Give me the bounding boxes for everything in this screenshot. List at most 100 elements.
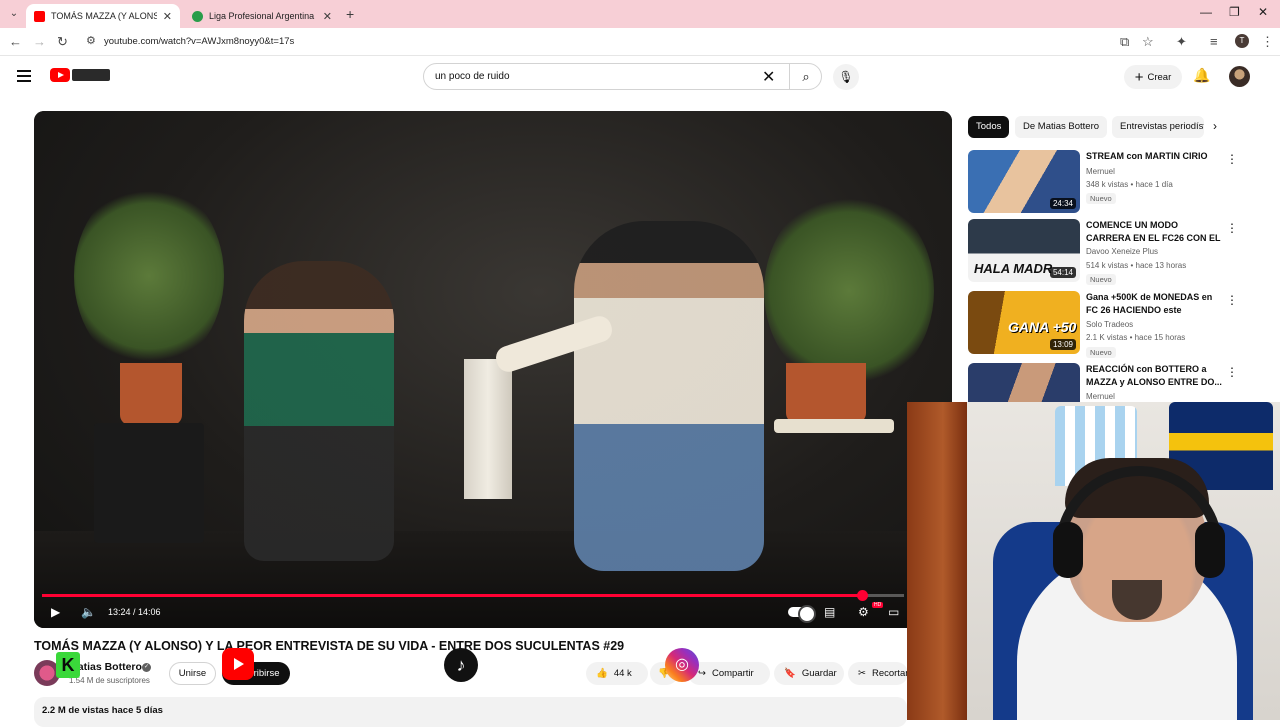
notifications-bell-icon[interactable]: 🔔 xyxy=(1193,67,1210,84)
video-player[interactable]: ▶ 🔈 13:24 / 14:06 ▤ ⚙ HD ▭ xyxy=(34,111,952,628)
stool-right xyxy=(774,419,894,433)
media-icon[interactable]: ≡ xyxy=(1210,34,1218,49)
host-person xyxy=(574,221,764,571)
video-thumbnail[interactable]: 24:34 xyxy=(968,150,1080,213)
recommendation-channel[interactable]: Solo Tradeos xyxy=(1086,320,1133,329)
video-thumbnail[interactable]: GANA +50 13:09 xyxy=(968,291,1080,354)
kick-logo-icon: K xyxy=(56,652,80,678)
play-icon[interactable]: ▶ xyxy=(51,605,60,619)
recommendation-meta: 514 k vistas • hace 13 horas xyxy=(1086,261,1187,270)
recommendation-channel[interactable]: Davoo Xeneize Plus xyxy=(1086,247,1158,256)
verified-check-icon: ✓ xyxy=(142,663,151,672)
chevron-right-icon[interactable]: › xyxy=(1213,119,1217,133)
reload-icon[interactable]: ↻ xyxy=(57,34,68,50)
pedestal-column xyxy=(464,359,512,499)
tab-search-icon[interactable]: ⌄ xyxy=(6,6,22,22)
like-button[interactable]: 👍 44 k xyxy=(586,662,648,685)
recommendation-channel[interactable]: Mernuel xyxy=(1086,167,1115,176)
like-count: 44 k xyxy=(613,668,632,679)
site-info-icon[interactable]: ⚙ xyxy=(86,34,96,47)
youtube-masthead: un poco de ruido ✕ ⌕ 🎙 + Crear 🔔 xyxy=(0,57,1280,97)
tiktok-logo-icon: ♪ xyxy=(444,648,478,682)
search-input[interactable]: un poco de ruido xyxy=(435,71,510,82)
progress-bar[interactable] xyxy=(42,590,904,601)
progress-fill xyxy=(42,594,862,597)
plus-icon: + xyxy=(1134,68,1144,86)
search-box[interactable]: un poco de ruido ✕ ⌕ xyxy=(423,63,822,90)
extensions-icon[interactable]: ✦ xyxy=(1176,34,1187,50)
more-options-icon[interactable]: ⋮ xyxy=(1226,221,1238,235)
save-button[interactable]: 🔖 Guardar xyxy=(774,662,844,685)
create-label: Crear xyxy=(1147,71,1172,83)
recommendation-title[interactable]: Gana +500K de MONEDAS en FC 26 HACIENDO … xyxy=(1086,291,1222,316)
forward-icon[interactable]: → xyxy=(33,34,46,49)
subtitles-icon[interactable]: ▤ xyxy=(824,605,835,619)
thumbnail-caption: GANA +50 xyxy=(1008,319,1077,335)
wooden-door xyxy=(907,402,967,720)
webcam-overlay xyxy=(907,402,1280,720)
profile-avatar[interactable]: T xyxy=(1235,34,1249,48)
create-button[interactable]: + Crear xyxy=(1124,65,1182,89)
duration-badge: 13:09 xyxy=(1049,339,1076,350)
microphone-icon[interactable]: 🎙 xyxy=(833,64,859,90)
clear-search-icon[interactable]: ✕ xyxy=(762,67,775,87)
chip-todos[interactable]: Todos xyxy=(968,116,1010,138)
hamburger-menu-icon[interactable] xyxy=(17,70,31,82)
video-frame xyxy=(34,111,952,628)
duration-badge: 24:34 xyxy=(1049,198,1076,209)
instagram-logo-icon: ◎ xyxy=(665,648,699,682)
save-label: Guardar xyxy=(801,668,837,679)
scissors-icon: ✂ xyxy=(858,668,866,679)
recommendation-item[interactable]: 24:34 STREAM con MARTIN CIRIO Mernuel 34… xyxy=(968,150,1258,214)
recommendation-item[interactable]: GANA +50 13:09 Gana +500K de MONEDAS en … xyxy=(968,291,1258,358)
youtube-logo-icon[interactable] xyxy=(50,68,70,82)
duration-badge: 54:14 xyxy=(1049,267,1076,278)
minimize-icon[interactable]: — xyxy=(1200,5,1212,19)
chip-de-matias-bottero[interactable]: De Matias Bottero xyxy=(1015,116,1108,138)
recommendation-title[interactable]: STREAM con MARTIN CIRIO xyxy=(1086,150,1222,163)
tab-close-icon[interactable]: ✕ xyxy=(323,10,332,23)
install-icon[interactable]: ⧉ xyxy=(1120,34,1129,50)
more-options-icon[interactable]: ⋮ xyxy=(1226,152,1238,166)
bookmark-star-icon[interactable]: ☆ xyxy=(1142,34,1154,50)
youtube-wordmark[interactable] xyxy=(72,69,110,81)
recommendation-meta: 348 k vistas • hace 1 día xyxy=(1086,180,1173,189)
tab-label: TOMÁS MAZZA (Y ALONSO) Y L xyxy=(51,11,157,21)
close-window-icon[interactable]: ✕ xyxy=(1258,5,1268,19)
video-thumbnail[interactable]: HALA MADR 54:14 xyxy=(968,219,1080,282)
browser-tab-liga[interactable]: Liga Profesional Argentina - PC ✕ xyxy=(184,4,340,28)
description-box[interactable]: 2.2 M de vistas hace 5 días xyxy=(34,697,907,727)
plant-left xyxy=(74,181,224,371)
more-options-icon[interactable]: ⋮ xyxy=(1226,365,1238,379)
new-tab-icon[interactable]: + xyxy=(346,6,354,22)
hd-badge: HD xyxy=(872,602,884,608)
menu-kebab-icon[interactable]: ⋮ xyxy=(1261,34,1274,50)
video-thumbnail[interactable] xyxy=(968,363,1080,403)
join-button[interactable]: Unirse xyxy=(169,662,216,685)
recommendation-channel[interactable]: Mernuel xyxy=(1086,392,1115,401)
chip-entrevistas[interactable]: Entrevistas periodísticas xyxy=(1112,116,1204,138)
recommendation-title[interactable]: COMENCE UN MODO CARRERA EN EL FC26 CON E… xyxy=(1086,219,1222,244)
recommendation-item[interactable]: HALA MADR 54:14 COMENCE UN MODO CARRERA … xyxy=(968,219,1258,285)
address-url: youtube.com/watch?v=AWJxm8noyy0&t=17s xyxy=(104,36,295,47)
address-bar[interactable]: ⚙ youtube.com/watch?v=AWJxm8noyy0&t=17s xyxy=(80,31,1166,53)
browser-toolbar: ← → ↻ ⚙ youtube.com/watch?v=AWJxm8noyy0&… xyxy=(0,28,1280,56)
recommendation-title[interactable]: REACCIÓN con BOTTERO a MAZZA y ALONSO EN… xyxy=(1086,363,1222,388)
tab-close-icon[interactable]: ✕ xyxy=(163,10,172,23)
settings-gear-icon[interactable]: ⚙ xyxy=(858,605,869,619)
more-options-icon[interactable]: ⋮ xyxy=(1226,293,1238,307)
recommendation-item[interactable]: REACCIÓN con BOTTERO a MAZZA y ALONSO EN… xyxy=(968,363,1258,403)
headset-left-ear xyxy=(1053,522,1083,578)
clip-button[interactable]: ✂ Recortar xyxy=(848,662,908,685)
account-avatar[interactable] xyxy=(1229,66,1250,87)
volume-icon[interactable]: 🔈 xyxy=(81,605,96,619)
search-icon[interactable]: ⌕ xyxy=(789,64,822,89)
browser-tab-youtube[interactable]: TOMÁS MAZZA (Y ALONSO) Y L ✕ xyxy=(26,4,180,28)
autoplay-toggle[interactable] xyxy=(788,605,816,623)
new-badge: Nuevo xyxy=(1086,193,1116,204)
back-icon[interactable]: ← xyxy=(9,34,22,49)
scrubber-handle[interactable] xyxy=(856,590,868,601)
theater-mode-icon[interactable]: ▭ xyxy=(888,605,899,619)
restore-icon[interactable]: ❐ xyxy=(1229,5,1240,19)
share-button[interactable]: ↪ Compartir xyxy=(688,662,770,685)
